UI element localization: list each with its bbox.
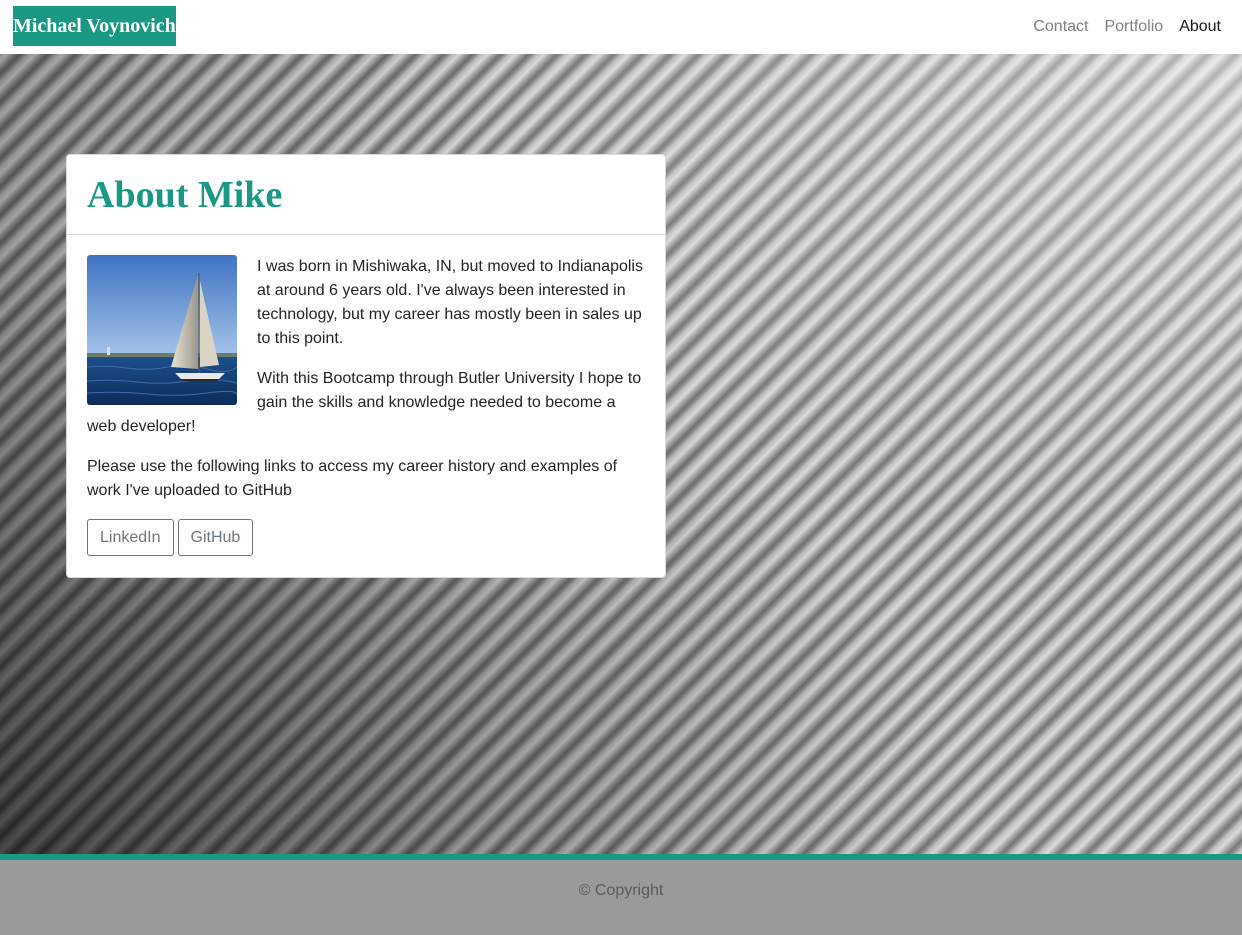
brand-logo-link[interactable]: Michael Voynovich	[13, 6, 176, 46]
card-title: About Mike	[87, 174, 283, 216]
nav-link-contact[interactable]: Contact	[1033, 18, 1088, 36]
sailboat-photo	[87, 255, 237, 405]
card-header: About Mike	[67, 155, 665, 235]
nav-link-about[interactable]: About	[1179, 18, 1221, 36]
hero-background: About Mike I was born in Mishiwaka, IN, …	[0, 54, 1242, 854]
link-buttons: LinkedIn GitHub	[87, 519, 645, 556]
top-navbar: Michael Voynovich Contact Portfolio Abou…	[0, 0, 1242, 54]
page-footer: © Copyright	[0, 854, 1242, 935]
about-paragraph-3: Please use the following links to access…	[87, 458, 618, 499]
linkedin-button[interactable]: LinkedIn	[87, 519, 174, 556]
card-body: I was born in Mishiwaka, IN, but moved t…	[67, 235, 665, 556]
nav-link-portfolio[interactable]: Portfolio	[1104, 18, 1163, 36]
copyright-text: © Copyright	[578, 882, 664, 899]
github-button[interactable]: GitHub	[177, 519, 254, 556]
nav-links: Contact Portfolio About	[1033, 0, 1221, 54]
sailboat-illustration	[87, 255, 237, 405]
about-card: About Mike I was born in Mishiwaka, IN, …	[66, 154, 666, 578]
